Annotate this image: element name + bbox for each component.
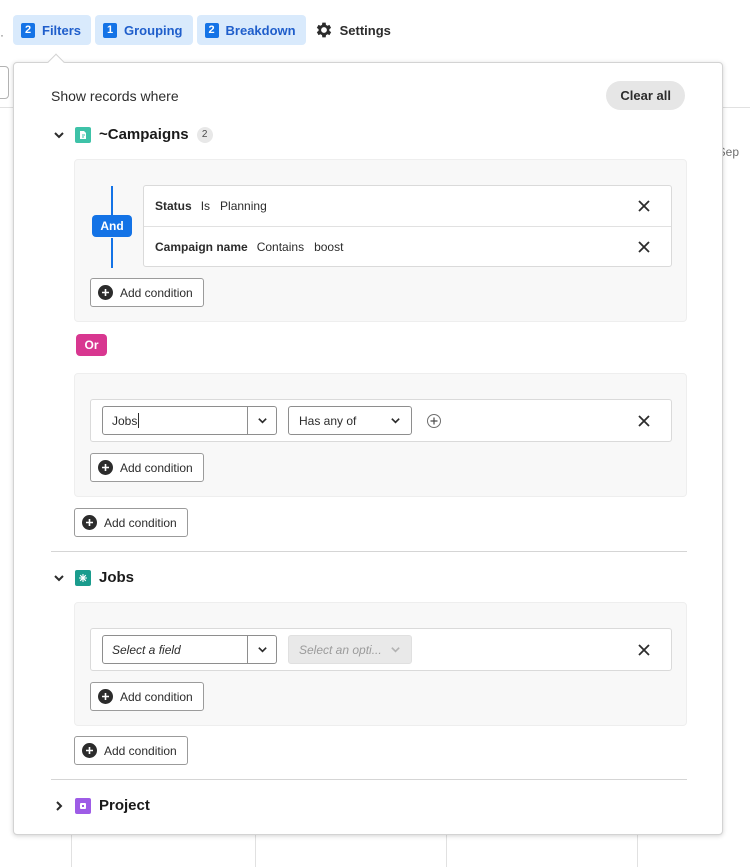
condition-field: Status: [155, 199, 192, 213]
condition-field: Campaign name: [155, 240, 248, 254]
add-circle-icon: [82, 743, 97, 758]
campaigns-count-badge: 2: [196, 126, 213, 143]
add-condition-label: Add condition: [120, 285, 193, 300]
settings-label: Settings: [339, 22, 391, 38]
condition-row[interactable]: Status Is Planning: [144, 186, 671, 226]
section-divider: [51, 779, 687, 780]
project-icon: [75, 797, 91, 814]
jobs-icon: [75, 569, 91, 586]
text-cursor: [138, 413, 140, 428]
condition-editor-card: Select a field Select an opti...: [90, 628, 672, 671]
breakdown-label: Breakdown: [225, 22, 296, 38]
condition-value: boost: [314, 240, 344, 254]
project-section-header: Project: [51, 797, 150, 814]
filters-label: Filters: [42, 22, 82, 38]
chevron-down-icon[interactable]: [248, 636, 276, 663]
operator-picker-value: Has any of: [299, 413, 357, 428]
background-grid-line: [446, 835, 447, 867]
add-condition-button[interactable]: Add condition: [90, 682, 204, 711]
remove-condition-icon[interactable]: [634, 411, 654, 431]
popover-tip: [47, 53, 65, 71]
campaigns-section-header: ~Campaigns 2: [51, 126, 213, 143]
background-grid-line: [71, 835, 72, 867]
project-section-title: Project: [99, 797, 150, 814]
chevron-down-icon[interactable]: [51, 570, 67, 586]
add-condition-group-button[interactable]: Add condition: [74, 508, 188, 537]
field-input[interactable]: Select a field: [103, 636, 248, 663]
condition-editor-card: Jobs Has any of: [90, 399, 672, 442]
condition-operator: Contains: [256, 240, 305, 254]
add-condition-label: Add condition: [104, 515, 177, 530]
grouping-button[interactable]: 1 Grouping: [95, 15, 193, 45]
chevron-down-icon[interactable]: [248, 407, 276, 434]
background-input: [0, 66, 9, 99]
condition-group: And Status Is Planning Campaign name Con…: [74, 159, 687, 322]
add-circle-icon: [82, 515, 97, 530]
add-condition-label: Add condition: [104, 743, 177, 758]
campaign-icon: [75, 126, 91, 143]
field-input[interactable]: Jobs: [103, 407, 248, 434]
background-grid-line: [637, 835, 638, 867]
conditions-card: Status Is Planning Campaign name Contain…: [143, 185, 672, 267]
filters-button[interactable]: 2 Filters: [13, 15, 92, 45]
grouping-count-badge: 1: [103, 22, 118, 38]
gear-icon: [314, 20, 334, 40]
operator-picker[interactable]: Has any of: [288, 406, 412, 435]
breakdown-button[interactable]: 2 Breakdown: [196, 15, 306, 45]
remove-condition-icon[interactable]: [634, 196, 654, 216]
add-condition-button[interactable]: Add condition: [90, 453, 204, 482]
filters-count-badge: 2: [21, 22, 35, 38]
clear-all-button[interactable]: Clear all: [606, 81, 685, 110]
report-toolbar: 2 Filters 1 Grouping 2 Breakdown Setting…: [13, 15, 397, 45]
jobs-section-title: Jobs: [99, 569, 135, 586]
chevron-down-icon: [390, 415, 401, 426]
field-combobox[interactable]: Select a field: [102, 635, 277, 664]
jobs-section-header: Jobs: [51, 569, 134, 586]
campaigns-section-title: ~Campaigns: [99, 126, 189, 143]
and-connector-line: [111, 238, 113, 268]
and-connector-line: [111, 186, 113, 218]
panel-title: Show records where: [51, 88, 179, 104]
remove-condition-icon[interactable]: [634, 237, 654, 257]
filters-popover: Show records where Clear all ~Campaigns …: [13, 53, 723, 835]
condition-row[interactable]: Campaign name Contains boost: [144, 227, 671, 267]
settings-button[interactable]: Settings: [310, 15, 397, 45]
condition-operator: Is: [200, 199, 211, 213]
add-condition-label: Add condition: [120, 460, 193, 475]
chevron-down-icon[interactable]: [51, 127, 67, 143]
add-condition-button[interactable]: Add condition: [90, 278, 204, 307]
remove-condition-icon[interactable]: [634, 640, 654, 660]
option-picker-placeholder: Select an opti...: [299, 642, 382, 657]
grouping-label: Grouping: [124, 22, 183, 38]
field-combobox[interactable]: Jobs: [102, 406, 277, 435]
add-value-icon[interactable]: [427, 414, 441, 428]
breakdown-count-badge: 2: [204, 22, 219, 38]
or-operator-badge[interactable]: Or: [76, 334, 107, 356]
add-circle-icon: [98, 285, 113, 300]
background-dot: ·: [0, 28, 4, 42]
background-grid-line: [255, 835, 256, 867]
chevron-down-icon: [390, 644, 401, 655]
add-circle-icon: [98, 460, 113, 475]
add-circle-icon: [98, 689, 113, 704]
and-operator-badge[interactable]: And: [92, 215, 132, 237]
condition-group: Jobs Has any of Add condition: [74, 373, 687, 497]
section-divider: [51, 551, 687, 552]
add-condition-group-button[interactable]: Add condition: [74, 736, 188, 765]
chevron-right-icon[interactable]: [51, 798, 67, 814]
add-condition-label: Add condition: [120, 689, 193, 704]
condition-value: Planning: [220, 199, 267, 213]
option-picker: Select an opti...: [288, 635, 412, 664]
condition-group: Select a field Select an opti... Add con…: [74, 602, 687, 726]
